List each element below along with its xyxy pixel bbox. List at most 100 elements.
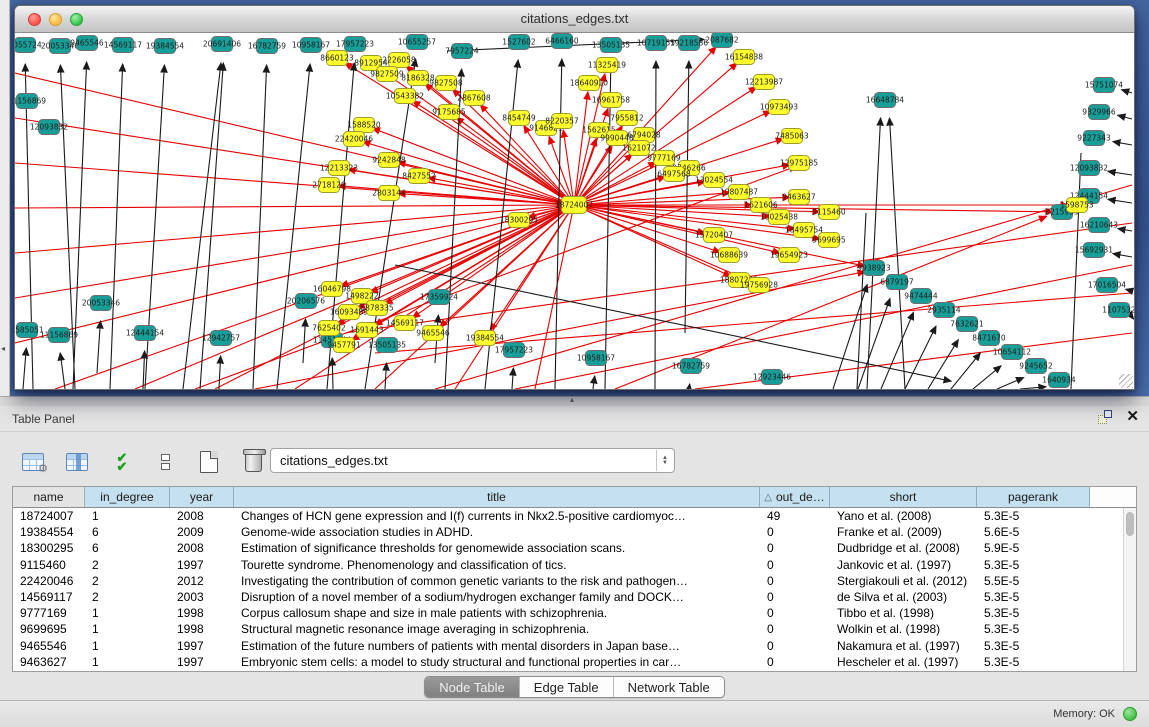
graph-node-2803144[interactable]: 2803144 (372, 186, 406, 201)
column-header-name[interactable]: name (13, 487, 85, 507)
cell-name[interactable]: 22420046 (13, 573, 85, 589)
citation-edge-black[interactable] (23, 348, 26, 389)
graph-node-2055724[interactable]: 2055724 (15, 38, 42, 53)
graph-node-18640910[interactable]: 18640910 (570, 76, 608, 91)
cell-year[interactable]: 2012 (170, 573, 234, 589)
table-settings-button[interactable]: ⚙ (18, 446, 48, 478)
cell-pagerank[interactable]: 5.3E-5 (977, 557, 1090, 573)
column-header-year[interactable]: year (170, 487, 234, 507)
row-format-button[interactable] (150, 446, 180, 478)
cell-out_degree[interactable]: 49 (760, 508, 830, 524)
cell-name[interactable]: 18300295 (13, 540, 85, 556)
graph-node-12213323[interactable]: 12213323 (320, 161, 358, 176)
close-panel-icon[interactable]: ✕ (1126, 410, 1139, 424)
citation-edge-black[interactable] (219, 356, 221, 389)
graph-node-9115460[interactable]: 9115460 (812, 205, 846, 220)
cell-year[interactable]: 2008 (170, 540, 234, 556)
graph-node-16210643[interactable]: 16210643 (1080, 218, 1118, 233)
table-row[interactable]: 946554611997Estimation of the future num… (13, 638, 1136, 654)
table-row[interactable]: 1872400712008Changes of HCN gene express… (13, 508, 1136, 524)
graph-node-17016504[interactable]: 17016504 (1088, 278, 1126, 293)
graph-node-9463627[interactable]: 9463627 (782, 190, 816, 205)
graph-node-1107532[interactable]: 1107532 (1102, 303, 1134, 318)
graph-node-10688639[interactable]: 10688639 (710, 248, 748, 263)
citation-edge-black[interactable] (97, 321, 100, 373)
cell-year[interactable]: 2008 (170, 508, 234, 524)
graph-node-20053346[interactable]: 20053346 (82, 296, 120, 311)
graph-node-12923446[interactable]: 12923446 (753, 370, 791, 385)
cell-pagerank[interactable]: 5.3E-5 (977, 605, 1090, 621)
citation-edge-black[interactable] (332, 358, 333, 389)
graph-node-10958167[interactable]: 10958167 (292, 38, 330, 53)
cell-name[interactable]: 9115460 (13, 557, 85, 573)
table-row[interactable]: 1938455462009Genome-wide association stu… (13, 524, 1136, 540)
cell-out_degree[interactable]: 0 (760, 589, 830, 605)
table-row[interactable]: 946362711997Embryonic stem cells: a mode… (13, 654, 1136, 670)
graph-node-7957224[interactable]: 7957224 (445, 44, 479, 59)
table-selector-dropdown[interactable]: citations_edges.txt ▲▼ (270, 448, 675, 473)
graph-node-9465546[interactable]: 9465546 (416, 326, 450, 341)
cell-in_degree[interactable]: 2 (85, 557, 170, 573)
graph-node-13024554[interactable]: 13024554 (695, 173, 733, 188)
collapse-arrow-icon[interactable]: ◂ (1, 344, 5, 353)
graph-node-15751074[interactable]: 15751074 (1085, 78, 1123, 93)
column-header-pagerank[interactable]: pagerank (977, 487, 1090, 507)
graph-node-7485063[interactable]: 7485063 (775, 129, 809, 144)
cell-short[interactable]: Franke et al. (2009) (830, 524, 977, 540)
cell-out_degree[interactable]: 0 (760, 573, 830, 589)
cell-pagerank[interactable]: 5.3E-5 (977, 654, 1090, 670)
graph-node-16154838[interactable]: 16154838 (725, 50, 763, 65)
cell-out_degree[interactable]: 0 (760, 540, 830, 556)
table-row[interactable]: 977716911998Corpus callosum shape and si… (13, 605, 1136, 621)
create-table-button[interactable] (194, 446, 224, 478)
graph-node-10973493[interactable]: 10973493 (760, 100, 798, 115)
citation-edge-black[interactable] (1118, 115, 1132, 119)
cell-title[interactable]: Corpus callosum shape and size in male p… (234, 605, 760, 621)
cell-title[interactable]: Estimation of significance thresholds fo… (234, 540, 760, 556)
citation-edge-black[interactable] (253, 65, 267, 389)
cell-title[interactable]: Estimation of the future numbers of pati… (234, 638, 760, 654)
cell-year[interactable]: 1998 (170, 605, 234, 621)
graph-node-2087682[interactable]: 2087682 (705, 33, 739, 48)
graph-node-10654112[interactable]: 10654112 (993, 345, 1031, 360)
citation-edge-red[interactable] (574, 193, 730, 205)
cell-pagerank[interactable]: 5.6E-5 (977, 524, 1090, 540)
graph-node-12444154[interactable]: 12444154 (126, 326, 164, 341)
graph-node-12975185[interactable]: 12975185 (780, 156, 818, 171)
graph-node-17957223[interactable]: 17957223 (495, 343, 533, 358)
graph-node-10807487[interactable]: 10807487 (720, 185, 758, 200)
citation-network-graph[interactable]: 2055724200533469465546145691171938455420… (15, 33, 1134, 389)
citation-edge-black[interactable] (689, 384, 690, 389)
cell-name[interactable]: 9699695 (13, 621, 85, 637)
cell-out_degree[interactable]: 0 (760, 524, 830, 540)
graph-node-12942757[interactable]: 12942757 (202, 331, 240, 346)
dropdown-stepper-icon[interactable]: ▲▼ (656, 450, 673, 471)
table-row[interactable]: 2242004622012Investigating the contribut… (13, 573, 1136, 589)
cell-title[interactable]: Genome-wide association studies in ADHD. (234, 524, 760, 540)
graph-node-10958167[interactable]: 10958167 (577, 351, 615, 366)
graph-node-9242848[interactable]: 9242848 (372, 153, 406, 168)
citation-edge-black[interactable] (1108, 199, 1132, 203)
graph-node-16648784[interactable]: 16648784 (866, 93, 904, 108)
select-rows-button[interactable]: ✔✔ (106, 446, 136, 478)
cell-in_degree[interactable]: 1 (85, 638, 170, 654)
citation-edge-black[interactable] (905, 326, 936, 389)
graph-node-9827509[interactable]: 9827509 (370, 67, 404, 82)
graph-node-1691443[interactable]: 1691443 (350, 323, 384, 338)
citation-edge-black[interactable] (1020, 387, 1046, 389)
cell-year[interactable]: 2003 (170, 589, 234, 605)
graph-node-2718120[interactable]: 2718120 (312, 178, 346, 193)
cell-short[interactable]: Jankovic et al. (1997) (830, 557, 977, 573)
table-row[interactable]: 1456911722003Disruption of a novel membe… (13, 589, 1136, 605)
vertical-scrollbar[interactable] (1123, 508, 1136, 671)
cell-in_degree[interactable]: 6 (85, 540, 170, 556)
graph-node-14569117[interactable]: 14569117 (104, 38, 142, 53)
cell-short[interactable]: Nakamura et al. (1997) (830, 638, 977, 654)
cell-short[interactable]: de Silva et al. (2003) (830, 589, 977, 605)
graph-node-7632621[interactable]: 7632621 (950, 317, 984, 332)
cell-name[interactable]: 9463627 (13, 654, 85, 670)
graph-node-12093832[interactable]: 12093832 (30, 120, 68, 135)
cell-pagerank[interactable]: 5.5E-5 (977, 573, 1090, 589)
cell-year[interactable]: 1998 (170, 621, 234, 637)
citation-edge-red[interactable] (574, 92, 588, 205)
